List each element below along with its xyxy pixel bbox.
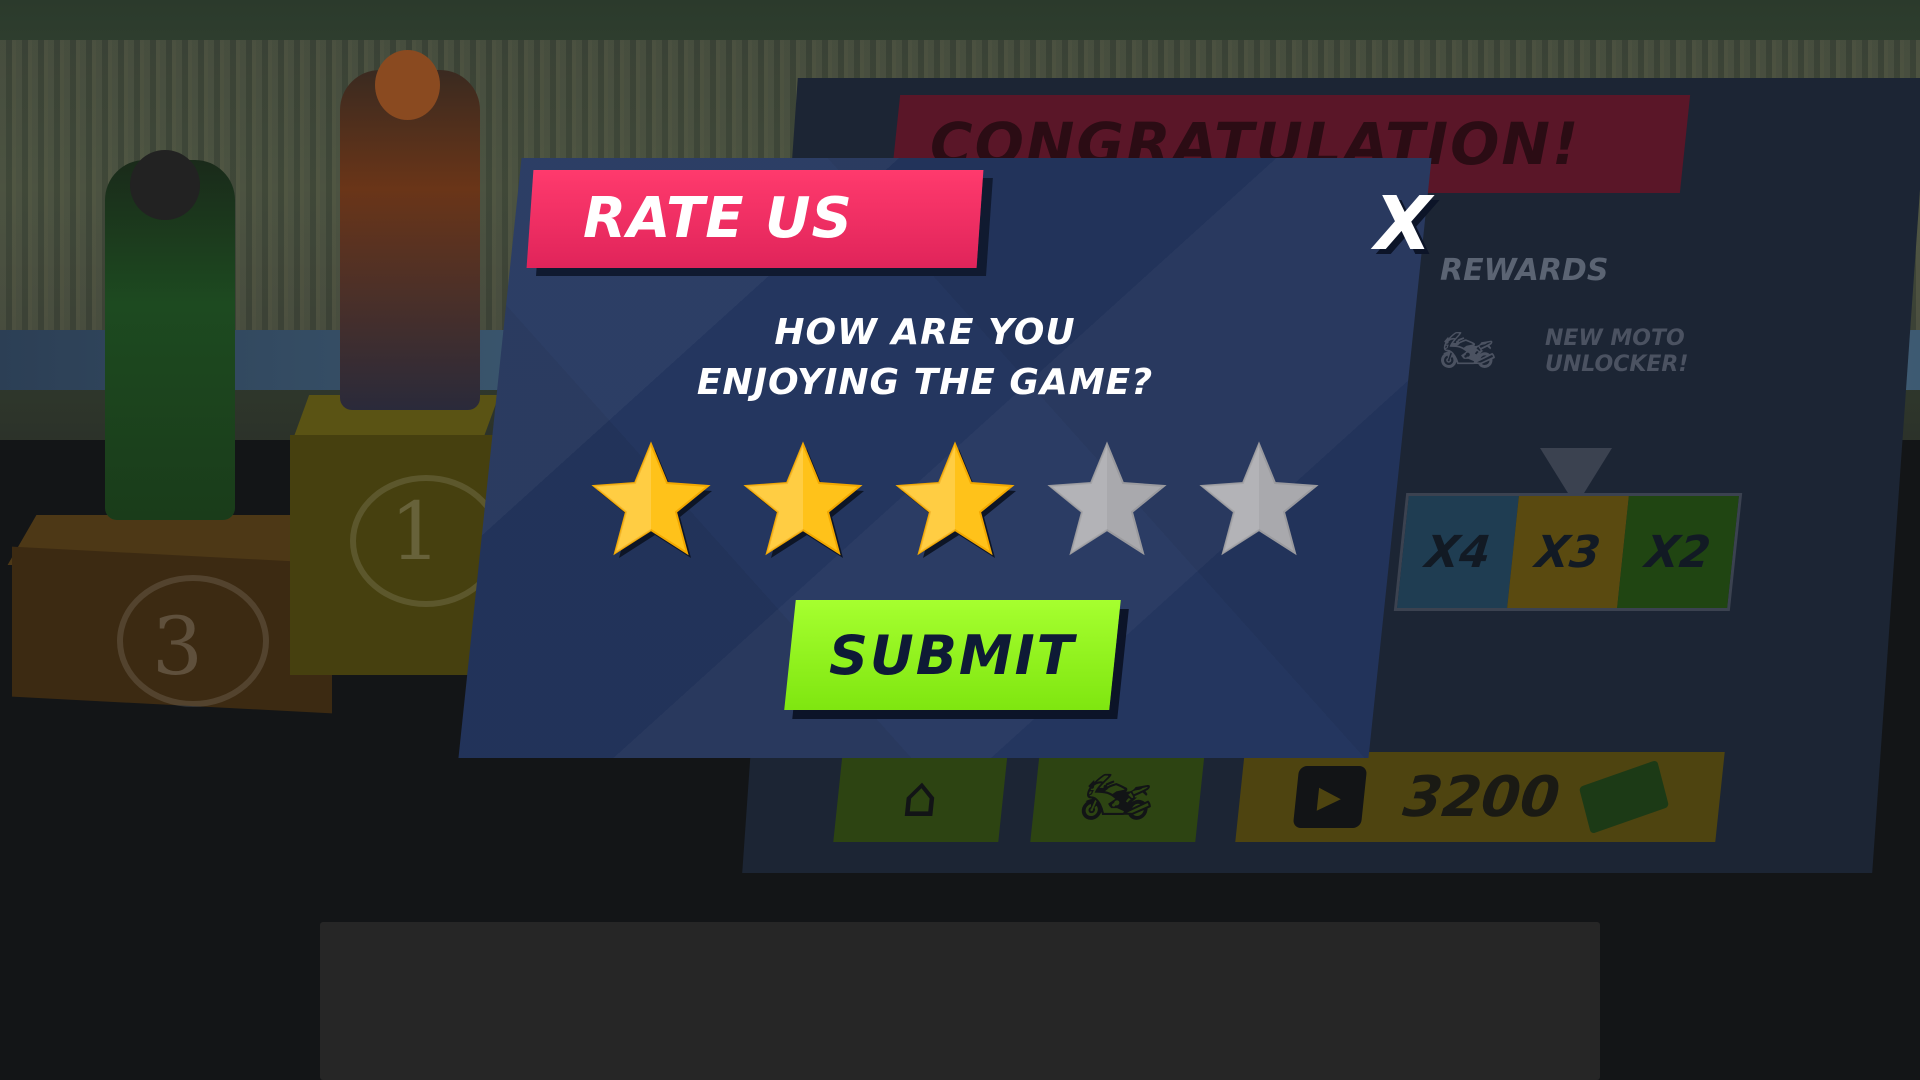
motorcycle-icon: 🏍 bbox=[1440, 325, 1496, 376]
podium-third-place: 3 bbox=[7, 515, 337, 714]
star-rating bbox=[590, 440, 1320, 562]
ad-banner-placeholder bbox=[320, 922, 1600, 1080]
multiplier-bar: X4 X3 X2 bbox=[1393, 493, 1743, 611]
helmet bbox=[130, 150, 200, 220]
motorcycle-icon: 🏍 bbox=[1078, 765, 1157, 830]
watch-ad-reward-button: ▶ 3200 bbox=[1235, 752, 1725, 842]
rating-question: HOW ARE YOU ENJOYING THE GAME? bbox=[605, 308, 1245, 408]
helmet bbox=[375, 50, 440, 120]
video-ad-icon: ▶ bbox=[1292, 766, 1367, 828]
rider-green bbox=[105, 150, 235, 520]
podium-place-number: 1 bbox=[390, 485, 441, 578]
dialog-title: RATE US bbox=[583, 186, 853, 251]
new-moto-label: NEW MOTO UNLOCKER! bbox=[1545, 326, 1689, 377]
rating-question-line2: ENJOYING THE GAME? bbox=[696, 362, 1154, 403]
home-icon: ⌂ bbox=[899, 764, 942, 830]
star-filled-icon[interactable] bbox=[590, 440, 712, 562]
submit-label: SUBMIT bbox=[829, 623, 1076, 687]
rate-us-dialog: RATE US X HOW ARE YOU ENJOYING THE GAME?… bbox=[445, 158, 1445, 758]
cash-icon bbox=[1579, 759, 1670, 835]
reward-amount: 3200 bbox=[1400, 764, 1563, 830]
submit-button[interactable]: SUBMIT bbox=[784, 600, 1121, 710]
multiplier-x3: X3 bbox=[1507, 496, 1629, 608]
star-filled-icon[interactable] bbox=[742, 440, 864, 562]
garage-button: 🏍 bbox=[1030, 752, 1205, 842]
multiplier-x2: X2 bbox=[1617, 496, 1739, 608]
star-filled-icon[interactable] bbox=[894, 440, 1016, 562]
podium-place-number: 3 bbox=[152, 600, 203, 693]
rating-question-line1: HOW ARE YOU bbox=[774, 312, 1076, 353]
star-empty-icon[interactable] bbox=[1046, 440, 1168, 562]
rewards-label: REWARDS bbox=[1440, 253, 1609, 288]
home-button: ⌂ bbox=[833, 752, 1008, 842]
close-button[interactable]: X bbox=[1363, 184, 1443, 264]
star-empty-icon[interactable] bbox=[1198, 440, 1320, 562]
